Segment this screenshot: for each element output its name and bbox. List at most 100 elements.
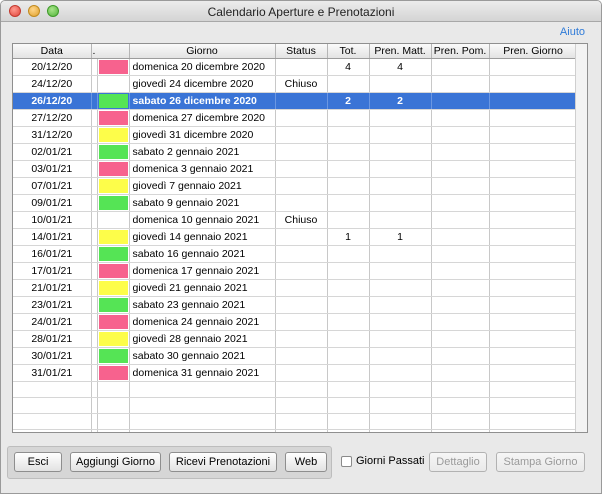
cell-pren-pom — [431, 296, 490, 314]
empty-table-row[interactable] — [13, 429, 578, 432]
cell-tot — [327, 245, 370, 263]
table-row[interactable]: 07/01/21 giovedì 7 gennaio 2021 — [13, 177, 578, 195]
table-row[interactable]: 02/01/21 sabato 2 gennaio 2021 — [13, 143, 578, 161]
vertical-scrollbar[interactable] — [575, 44, 587, 432]
cell-pren-giorno — [489, 330, 578, 348]
stampa-giorno-button[interactable]: Stampa Giorno — [496, 452, 585, 472]
header-data[interactable]: Data — [13, 44, 92, 59]
cell-status — [275, 143, 328, 161]
table-row[interactable]: 24/12/20 giovedì 24 dicembre 2020 Chiuso — [13, 75, 578, 93]
table-row[interactable]: 20/12/20 domenica 20 dicembre 2020 4 4 — [13, 58, 578, 76]
color-swatch — [98, 110, 128, 125]
table-row[interactable]: 28/01/21 giovedì 28 gennaio 2021 — [13, 330, 578, 348]
cell-pren-giorno — [489, 262, 578, 280]
cell-giorno: domenica 27 dicembre 2020 — [129, 109, 276, 127]
table-row[interactable]: 31/12/20 giovedì 31 dicembre 2020 — [13, 126, 578, 144]
cell-status: Chiuso — [275, 211, 328, 229]
cell-pren-matt: 2 — [369, 92, 432, 110]
cell-pren-giorno — [489, 177, 578, 195]
table-row[interactable]: 27/12/20 domenica 27 dicembre 2020 — [13, 109, 578, 127]
color-swatch — [98, 195, 128, 210]
cell-giorno: sabato 30 gennaio 2021 — [129, 347, 276, 365]
cell-status — [275, 279, 328, 297]
cell-status — [275, 58, 328, 76]
cell-giorno: domenica 3 gennaio 2021 — [129, 160, 276, 178]
cell-color — [97, 397, 130, 414]
header-status[interactable]: Status — [275, 44, 328, 59]
cell-giorno: giovedì 7 gennaio 2021 — [129, 177, 276, 195]
cell-pren-pom — [431, 58, 490, 76]
header-color[interactable]: . — [91, 44, 130, 59]
table-row[interactable]: 16/01/21 sabato 16 gennaio 2021 — [13, 245, 578, 263]
table-row[interactable]: 26/12/20 sabato 26 dicembre 2020 2 2 — [13, 92, 578, 110]
cell-tot — [327, 160, 370, 178]
giorni-passati-checkbox[interactable] — [341, 456, 352, 467]
cell-pren-giorno — [489, 245, 578, 263]
cell-color — [97, 413, 130, 431]
help-link[interactable]: Aiuto — [560, 26, 585, 38]
table-row[interactable]: 24/01/21 domenica 24 gennaio 2021 — [13, 313, 578, 331]
cell-pren-pom — [431, 313, 490, 331]
table-row[interactable]: 21/01/21 giovedì 21 gennaio 2021 — [13, 279, 578, 297]
cell-pren-matt — [369, 177, 432, 195]
aggiungi-giorno-button[interactable]: Aggiungi Giorno — [70, 452, 161, 472]
cell-data: 28/01/21 — [13, 330, 92, 348]
table-row[interactable]: 09/01/21 sabato 9 gennaio 2021 — [13, 194, 578, 212]
cell-tot — [327, 347, 370, 365]
main-window: Calendario Aperture e Prenotazioni Aiuto… — [0, 0, 602, 494]
cell-data: 24/12/20 — [13, 75, 92, 93]
cell-data: 26/12/20 — [13, 92, 92, 110]
header-pren-matt[interactable]: Pren. Matt. — [369, 44, 432, 59]
cell-status — [275, 126, 328, 144]
table-row[interactable]: 17/01/21 domenica 17 gennaio 2021 — [13, 262, 578, 280]
cell-pren-matt — [369, 313, 432, 331]
table-row[interactable]: 23/01/21 sabato 23 gennaio 2021 — [13, 296, 578, 314]
header-pren-pom[interactable]: Pren. Pom. — [431, 44, 490, 59]
cell-tot — [327, 126, 370, 144]
header-pren-giorno[interactable]: Pren. Giorno — [489, 44, 578, 59]
cell-pren-matt — [369, 245, 432, 263]
cell-data: 09/01/21 — [13, 194, 92, 212]
cell-giorno: sabato 16 gennaio 2021 — [129, 245, 276, 263]
cell-pren-pom — [431, 177, 490, 195]
cell-pren-giorno — [489, 228, 578, 246]
color-swatch — [98, 144, 128, 159]
cell-pren-giorno — [489, 364, 578, 382]
cell-color — [97, 429, 130, 432]
table-row[interactable]: 30/01/21 sabato 30 gennaio 2021 — [13, 347, 578, 365]
cell-pren-matt — [369, 126, 432, 144]
cell-pren-giorno — [489, 279, 578, 297]
cell-pren-pom — [431, 330, 490, 348]
cell-pren-matt — [369, 330, 432, 348]
cell-tot — [327, 330, 370, 348]
cell-pren-matt — [369, 211, 432, 229]
header-giorno[interactable]: Giorno — [129, 44, 276, 59]
cell-color — [97, 143, 130, 161]
dettaglio-button[interactable]: Dettaglio — [429, 452, 487, 472]
esci-button[interactable]: Esci — [14, 452, 62, 472]
ricevi-prenotazioni-button[interactable]: Ricevi Prenotazioni — [169, 452, 277, 472]
cell-tot — [327, 109, 370, 127]
table-row[interactable]: 10/01/21 domenica 10 gennaio 2021 Chiuso — [13, 211, 578, 229]
web-button[interactable]: Web — [285, 452, 327, 472]
color-swatch — [98, 314, 128, 329]
cell-tot — [327, 364, 370, 382]
cell-pren-giorno — [489, 109, 578, 127]
header-tot[interactable]: Tot. — [327, 44, 370, 59]
cell-giorno: domenica 17 gennaio 2021 — [129, 262, 276, 280]
empty-table-row[interactable] — [13, 413, 578, 431]
empty-table-row[interactable] — [13, 397, 578, 414]
cell-color — [97, 109, 130, 127]
cell-data: 14/01/21 — [13, 228, 92, 246]
cell-data — [13, 381, 92, 398]
window-title: Calendario Aperture e Prenotazioni — [207, 5, 395, 19]
empty-table-row[interactable] — [13, 381, 578, 398]
table-row[interactable]: 14/01/21 giovedì 14 gennaio 2021 1 1 — [13, 228, 578, 246]
table-row[interactable]: 31/01/21 domenica 31 gennaio 2021 — [13, 364, 578, 382]
cell-status — [275, 313, 328, 331]
cell-color — [97, 211, 130, 229]
cell-status — [275, 160, 328, 178]
table-row[interactable]: 03/01/21 domenica 3 gennaio 2021 — [13, 160, 578, 178]
cell-giorno — [129, 397, 276, 414]
giorni-passati-label[interactable]: Giorni Passati — [356, 455, 424, 467]
